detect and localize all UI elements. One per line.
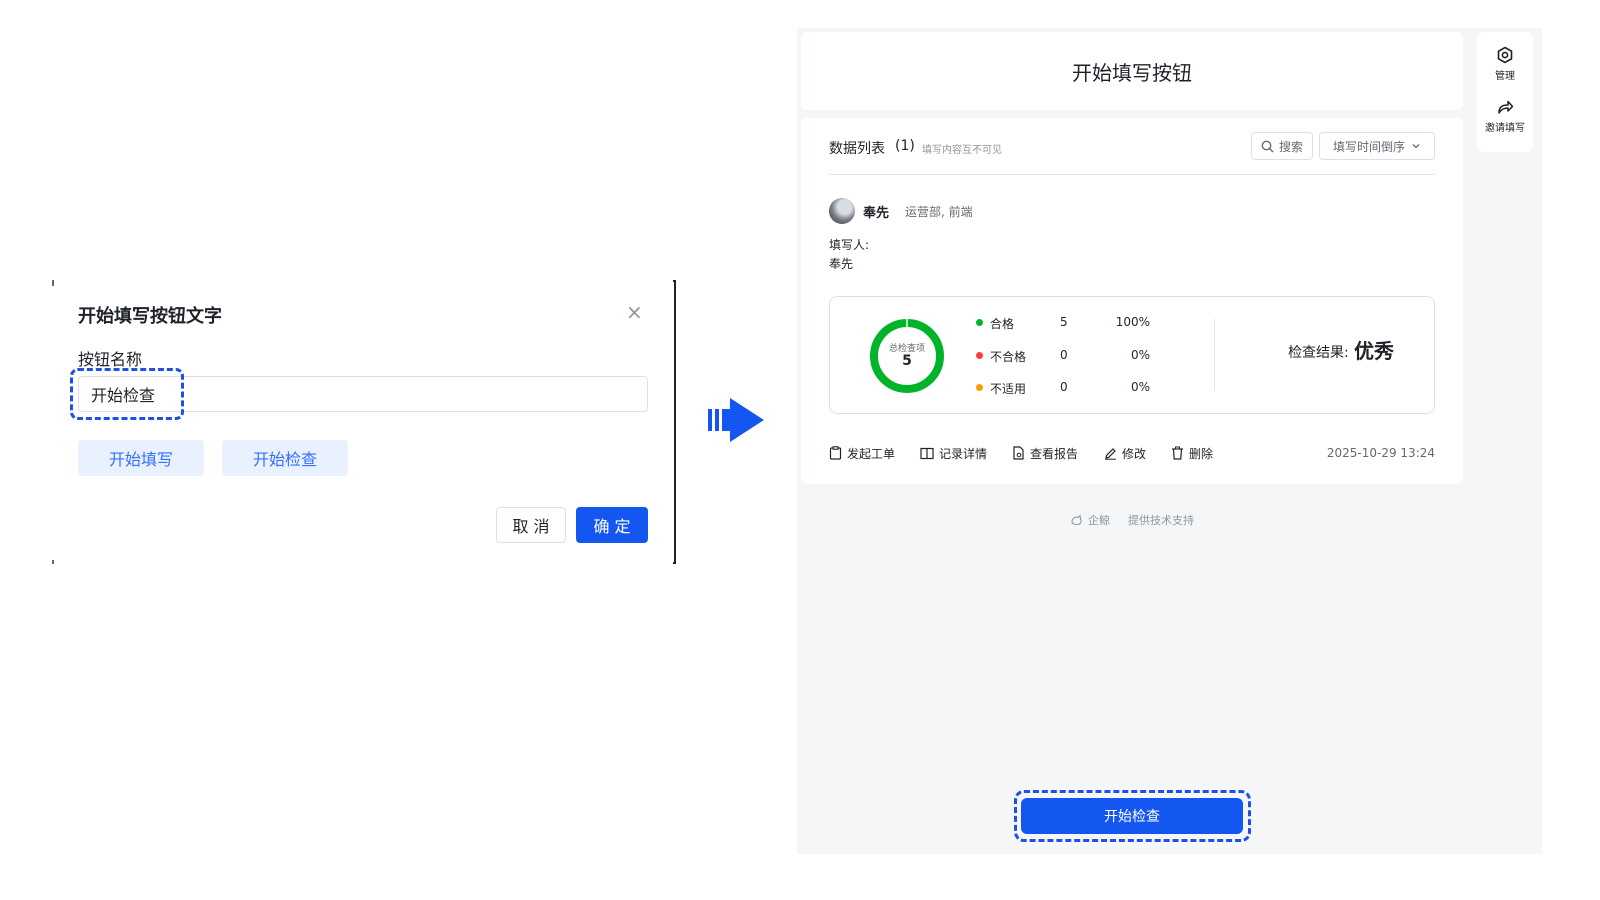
- user-name: 奉先: [863, 206, 890, 221]
- stat-percent: 100%: [1115, 315, 1150, 329]
- data-list-count: (1): [895, 138, 915, 154]
- record-detail-action[interactable]: 记录详情: [920, 444, 987, 462]
- stat-percent: 0%: [1130, 348, 1150, 362]
- stat-count: 5: [1060, 315, 1068, 329]
- close-icon[interactable]: ×: [626, 300, 643, 324]
- data-list-title: 数据列表: [829, 141, 885, 157]
- stat-count: 0: [1060, 348, 1068, 362]
- form-header: 开始填写按钮: [801, 32, 1463, 110]
- donut-total: 5: [902, 353, 912, 369]
- invite-label: 邀请填写: [1485, 123, 1525, 134]
- data-list-card: 数据列表 (1) 填写内容互不可见 搜索 填写时间倒序 奉先 运营部, 前端 填…: [801, 118, 1463, 484]
- action-label: 修改: [1122, 446, 1147, 461]
- create-ticket-action[interactable]: 发起工单: [829, 444, 895, 462]
- status-dot: [976, 319, 983, 326]
- preset-start-check-button[interactable]: 开始检查: [222, 440, 348, 476]
- stat-count: 0: [1060, 380, 1068, 394]
- dialog-bracket: [673, 280, 676, 564]
- invite-tool[interactable]: 邀请填写: [1477, 98, 1533, 134]
- summary-divider: [1214, 319, 1215, 391]
- dialog-corner-mark: [52, 280, 55, 286]
- dialog-corner-mark: [52, 560, 55, 564]
- sort-label: 填写时间倒序: [1332, 139, 1405, 154]
- dialog-title: 开始填写按钮文字: [78, 306, 222, 327]
- powered-text: 提供技术支持: [1128, 514, 1194, 527]
- verdict-value: 优秀: [1354, 339, 1394, 363]
- status-dot: [976, 352, 983, 359]
- button-name-input[interactable]: [78, 376, 648, 412]
- action-label: 发起工单: [847, 446, 896, 461]
- button-name-label: 按钮名称: [78, 350, 143, 369]
- preset-start-fill-button[interactable]: 开始填写: [78, 440, 204, 476]
- share-icon: [1498, 100, 1514, 114]
- confirm-button[interactable]: 确 定: [576, 507, 648, 543]
- verdict-label: 检查结果:: [1288, 345, 1349, 361]
- data-list-subtitle: 填写内容互不可见: [922, 145, 1002, 156]
- right-arrow-icon: [708, 398, 764, 442]
- search-label: 搜索: [1278, 139, 1303, 154]
- manage-label: 管理: [1495, 71, 1515, 82]
- action-label: 删除: [1189, 446, 1214, 461]
- view-report-action[interactable]: 查看报告: [1012, 444, 1078, 462]
- stat-name: 不合格: [990, 350, 1027, 364]
- action-label: 记录详情: [939, 446, 988, 461]
- edit-action[interactable]: 修改: [1104, 444, 1146, 462]
- filler-value: 奉先: [829, 257, 854, 271]
- clipboard-icon: [829, 446, 842, 460]
- form-title: 开始填写按钮: [1072, 60, 1192, 85]
- powered-brand: 企鲸: [1088, 514, 1110, 527]
- manage-tool[interactable]: 管理: [1477, 46, 1533, 82]
- cancel-button[interactable]: 取 消: [496, 507, 566, 543]
- trash-icon: [1172, 446, 1183, 460]
- user-department: 运营部, 前端: [905, 205, 973, 219]
- brand-logo-icon: [1071, 514, 1082, 526]
- record-timestamp: 2025-10-29 13:24: [1326, 446, 1435, 460]
- powered-by: 企鲸 提供技术支持: [1070, 512, 1194, 528]
- pencil-icon: [1105, 447, 1116, 460]
- button-text-dialog: 开始填写按钮文字 × 按钮名称 开始填写 开始检查 取 消 确 定: [52, 280, 676, 564]
- stat-name: 不适用: [990, 382, 1027, 396]
- search-icon: [1261, 140, 1274, 152]
- stat-percent: 0%: [1130, 380, 1150, 394]
- list-divider: [829, 174, 1435, 175]
- delete-action[interactable]: 删除: [1171, 444, 1213, 462]
- chevron-down-icon: [1412, 144, 1420, 149]
- side-toolbar: 管理 邀请填写: [1477, 32, 1533, 152]
- sort-select[interactable]: 填写时间倒序: [1319, 132, 1435, 160]
- search-button[interactable]: 搜索: [1251, 132, 1313, 160]
- book-icon: [920, 447, 934, 459]
- inspection-summary: 总检查项 5 合格 5 100% 不合格 0 0% 不适用 0 0% 检查结果:…: [829, 296, 1435, 414]
- report-icon: [1013, 446, 1024, 460]
- filler-label: 填写人:: [829, 238, 870, 252]
- start-check-button[interactable]: 开始检查: [1021, 798, 1243, 834]
- gear-icon: [1497, 46, 1513, 64]
- avatar: [829, 198, 855, 224]
- stat-name: 合格: [990, 317, 1015, 331]
- action-label: 查看报告: [1030, 446, 1079, 461]
- status-dot: [976, 384, 983, 391]
